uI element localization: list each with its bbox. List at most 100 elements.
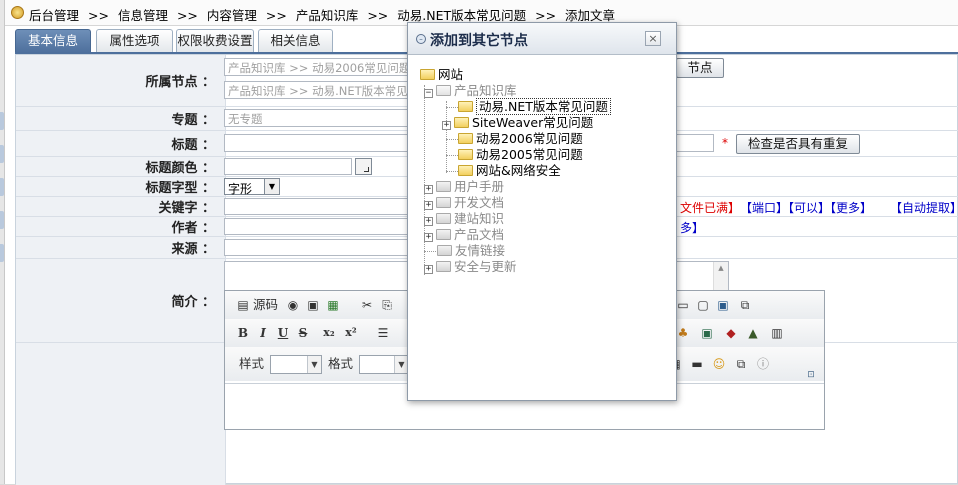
tree-node-siteweaver-faq[interactable]: + SiteWeaver常见问题 [442, 115, 593, 131]
color-picker-icon[interactable] [355, 158, 372, 175]
collapse-icon[interactable]: − [424, 89, 433, 98]
topic-select[interactable]: 无专题 [224, 109, 414, 127]
author-input[interactable] [224, 218, 414, 235]
title-color-input[interactable] [224, 158, 352, 175]
breadcrumb-separator: >> [88, 8, 109, 23]
image-icon[interactable]: ▣ [715, 297, 731, 313]
tree-node-links[interactable]: 友情链接 [437, 243, 505, 259]
node-select-secondary[interactable]: 产品知识库 >> 动易.NET版本常见 [224, 81, 414, 99]
tree-node-label: 开发文档 [454, 195, 505, 210]
table-icon[interactable]: ▭ [675, 297, 691, 313]
node-select[interactable]: 产品知识库 >> 动易2006常见问题 [224, 58, 414, 76]
source-button[interactable]: 源码 [253, 297, 278, 313]
tree-node-product-docs[interactable]: + 产品文档 [424, 227, 504, 243]
breadcrumb-item[interactable]: 内容管理 [207, 8, 257, 23]
tab-related-info[interactable]: 相关信息 [258, 29, 333, 53]
tree-connector [446, 171, 458, 172]
expand-icon[interactable]: + [424, 233, 433, 242]
tree-node-label: 安全与更新 [454, 259, 517, 274]
superscript-icon[interactable]: x² [343, 325, 359, 341]
tab-attributes[interactable]: 属性选项 [96, 29, 173, 53]
keyword-auto-extract-link[interactable]: 【自动提取】 [890, 199, 958, 216]
folder-open-icon [436, 85, 451, 96]
breadcrumb-item[interactable]: 动易.NET版本常见问题 [397, 8, 526, 23]
close-icon[interactable]: × [645, 31, 661, 46]
bold-icon[interactable]: B [235, 325, 251, 341]
page-break-icon[interactable]: ▥ [769, 325, 785, 341]
expand-icon[interactable]: + [424, 185, 433, 194]
tree-node-security-updates[interactable]: + 安全与更新 [424, 259, 517, 275]
tab-permissions[interactable]: 权限收费设置 [176, 29, 254, 53]
tree-node-dev-docs[interactable]: + 开发文档 [424, 195, 504, 211]
title-font-label: 标题字型 ： [16, 177, 226, 196]
select-node-button[interactable]: 节点 [676, 58, 724, 78]
folder-icon [454, 117, 469, 128]
dialog-header: – 添加到其它节点 × [408, 23, 676, 55]
add-to-node-dialog: – 添加到其它节点 × 网站 − 产品知识库 动易.NET版本常见问题 + Si… [407, 22, 677, 401]
breadcrumb-separator: >> [535, 8, 557, 23]
stamp-icon[interactable]: ♣ [675, 325, 691, 341]
template-icon[interactable]: ▦ [325, 297, 341, 313]
dialog-title: 添加到其它节点 [430, 33, 528, 49]
expand-icon[interactable]: + [424, 217, 433, 226]
check-duplicate-button[interactable]: 检查是否具有重复 [736, 134, 860, 154]
tree-node-label: 网站 [438, 67, 464, 82]
keyword-link[interactable]: 文件已满】 [680, 199, 740, 216]
style-select[interactable]: ▼ [270, 355, 322, 374]
horizontal-rule-icon[interactable]: ▬ [689, 356, 705, 372]
expand-icon[interactable]: + [424, 265, 433, 274]
ordered-list-icon[interactable]: ☰ [375, 325, 391, 341]
print-icon[interactable]: ▣ [305, 297, 321, 313]
tree-connector [446, 155, 458, 156]
node-label: 所属节点 ： [16, 55, 226, 106]
tree-node-kb[interactable]: − 产品知识库 [424, 83, 517, 99]
underline-icon[interactable]: U [275, 325, 291, 341]
paste-text-icon[interactable]: ⧉ [733, 356, 749, 372]
italic-icon[interactable]: I [255, 325, 271, 341]
home-icon [11, 6, 24, 19]
emoticon-icon[interactable]: ☺ [711, 356, 727, 372]
frame-icon[interactable]: ▢ [695, 297, 711, 313]
breadcrumb-item[interactable]: 后台管理 [29, 8, 79, 23]
tab-basic-info[interactable]: 基本信息 [15, 29, 91, 53]
anchor-icon[interactable]: ▣ [699, 325, 715, 341]
tree-node-security[interactable]: 网站&网络安全 [458, 163, 561, 179]
source-icon[interactable]: ▤ [235, 297, 251, 313]
strikethrough-icon[interactable]: S [295, 325, 311, 341]
flash-icon[interactable]: ◆ [723, 325, 739, 341]
title-font-select[interactable]: 字形 ▼ [224, 178, 280, 196]
folder-icon [458, 101, 473, 112]
breadcrumb-item[interactable]: 产品知识库 [296, 8, 359, 23]
special-char-icon[interactable]: ▲ [745, 325, 761, 341]
tree-node-net-faq[interactable]: 动易.NET版本常见问题 [458, 98, 611, 115]
tree-connector [424, 251, 436, 252]
breadcrumb-item[interactable]: 信息管理 [118, 8, 168, 23]
preview-icon[interactable]: ◉ [285, 297, 301, 313]
toolbar-collapse-icon[interactable]: ⊡ [803, 367, 819, 383]
tree-node-2005-faq[interactable]: 动易2005常见问题 [458, 147, 583, 163]
author-label: 作者 ： [16, 217, 226, 236]
subscript-icon[interactable]: x₂ [321, 325, 337, 341]
copy-icon[interactable]: ⎘ [379, 297, 395, 313]
keyword-input[interactable] [224, 198, 414, 215]
format-select[interactable]: ▼ [359, 355, 409, 374]
author-more-link[interactable]: 多】 [680, 219, 704, 236]
media-icon[interactable]: ⧉ [737, 297, 753, 313]
tree-node-label: 产品文档 [454, 227, 505, 242]
help-icon[interactable]: ⓘ [755, 356, 771, 372]
expand-icon[interactable]: + [442, 121, 451, 130]
tree-node-label: SiteWeaver常见问题 [472, 115, 594, 130]
tree-node-site-knowledge[interactable]: + 建站知识 [424, 211, 504, 227]
frame-edge-marker [0, 145, 4, 163]
source-input[interactable] [224, 239, 414, 256]
tree-node-user-manual[interactable]: + 用户手册 [424, 179, 504, 195]
frame-edge-marker [0, 178, 4, 196]
tree-node-label: 产品知识库 [454, 83, 517, 98]
keyword-links[interactable]: 【端口】【可以】【更多】 [740, 199, 872, 216]
cut-icon[interactable]: ✂ [359, 297, 375, 313]
expand-icon[interactable]: + [424, 201, 433, 210]
tree-node-2006-faq[interactable]: 动易2006常见问题 [458, 131, 583, 147]
intro-label: 简介 ： [16, 259, 226, 342]
tree-node-root[interactable]: 网站 [420, 67, 463, 83]
topic-label: 专题 ： [16, 107, 226, 130]
